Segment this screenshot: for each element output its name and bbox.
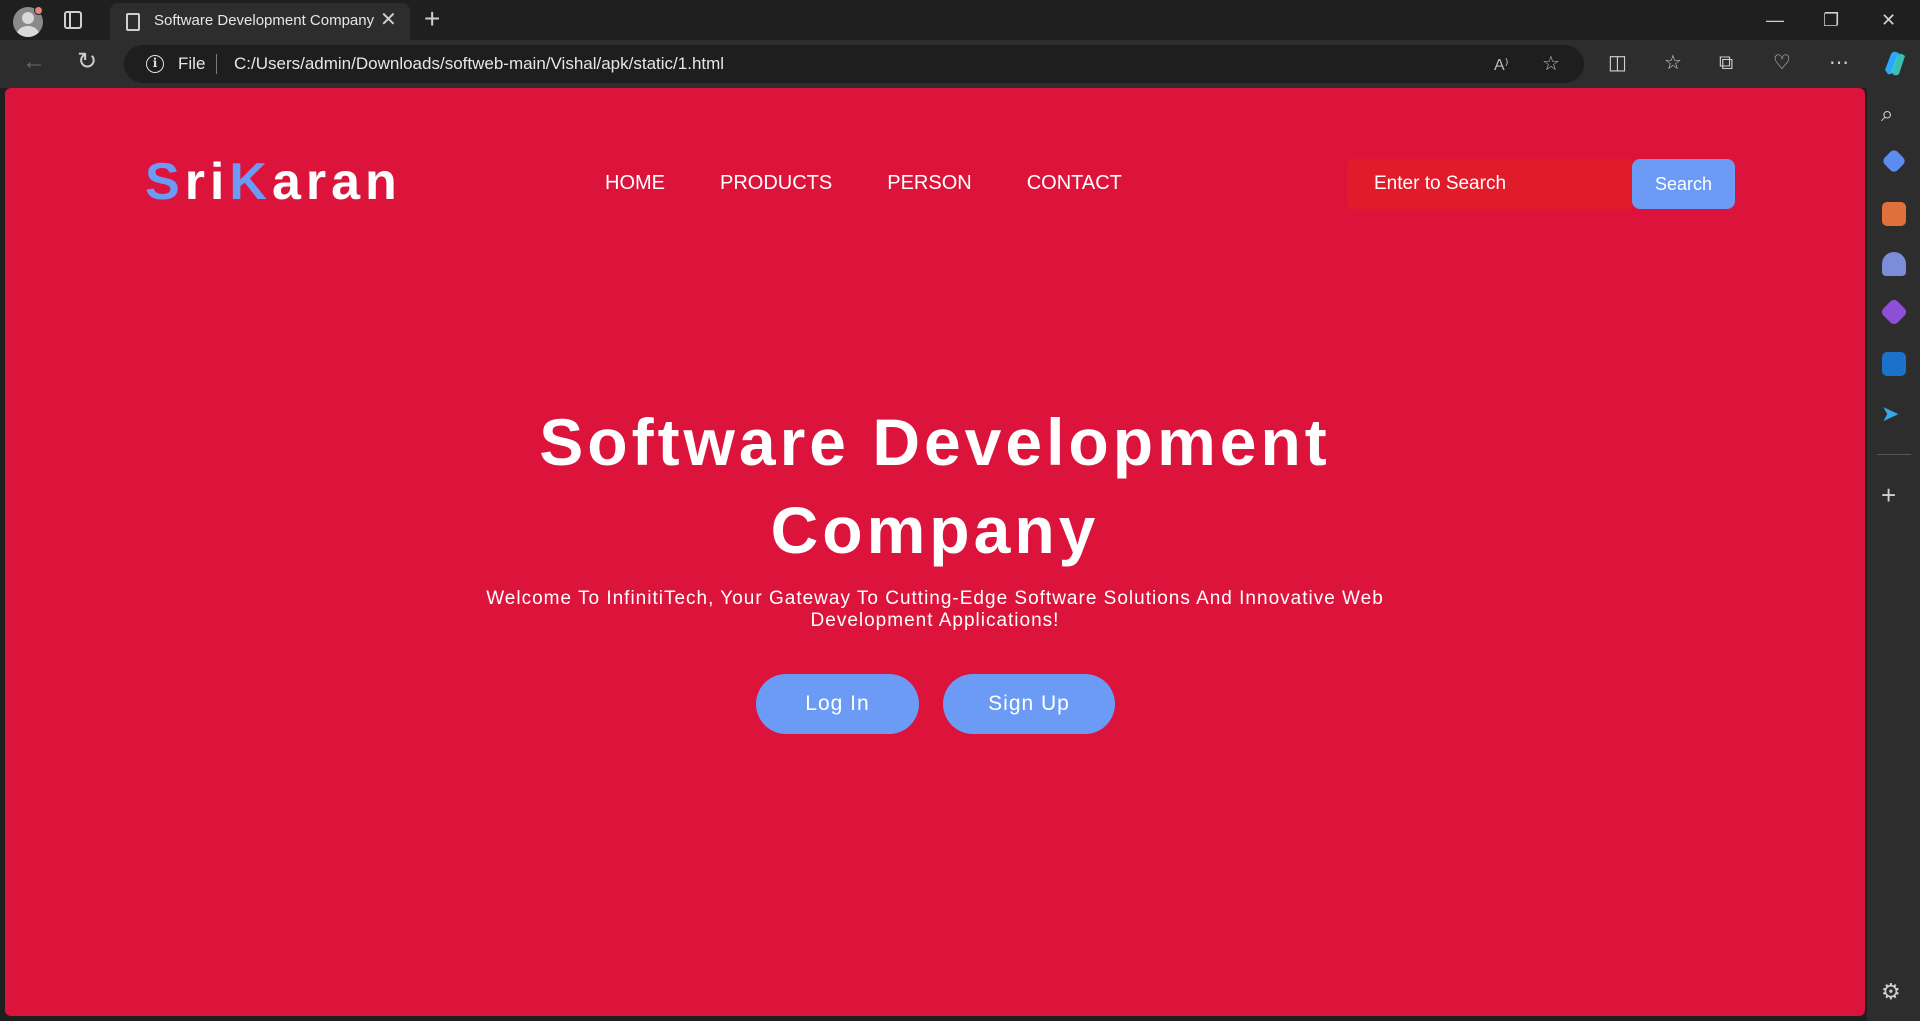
url-text[interactable]: C:/Users/admin/Downloads/softweb-main/Vi…	[234, 54, 724, 74]
logo-text-aran: aran	[271, 153, 402, 211]
shopping-tag-icon[interactable]	[1881, 148, 1907, 174]
logo-letter-k: K	[229, 153, 272, 211]
nav-contact[interactable]: CONTACT	[1027, 172, 1122, 195]
scheme-label: File	[178, 54, 206, 73]
tab-title: Software Development Company	[154, 12, 375, 29]
browser-sidebar: ⌕ ➤ + ⚙	[1867, 88, 1920, 1021]
restore-button[interactable]: ❐	[1823, 6, 1839, 34]
site-logo[interactable]: SriKaran	[145, 152, 402, 212]
logo-text-ri: ri	[184, 153, 230, 211]
favorite-star-icon[interactable]: ☆	[1542, 53, 1560, 75]
search-input[interactable]	[1347, 159, 1632, 209]
send-plane-icon[interactable]: ➤	[1881, 402, 1899, 426]
site-info-icon[interactable]: i	[146, 55, 164, 73]
collections-icon[interactable]: ⧉	[1719, 51, 1733, 75]
signup-button[interactable]: Sign Up	[943, 674, 1115, 734]
nav-home[interactable]: HOME	[605, 172, 665, 195]
close-window-button[interactable]: ✕	[1881, 6, 1896, 34]
settings-gear-icon[interactable]: ⚙	[1881, 980, 1901, 1004]
new-tab-button[interactable]: +	[424, 5, 440, 33]
copilot-icon[interactable]	[1879, 48, 1909, 78]
login-button[interactable]: Log In	[756, 674, 919, 734]
hero-subtitle: Welcome To InfinitiTech, Your Gateway To…	[486, 588, 1384, 631]
minimize-button[interactable]: —	[1766, 6, 1784, 34]
sidebar-divider	[1877, 454, 1911, 455]
hero-title: Software Development Company	[539, 405, 1331, 567]
reload-icon[interactable]: ↻	[77, 50, 97, 74]
search-button[interactable]: Search	[1632, 159, 1735, 209]
browser-title-bar: Software Development Company ✕ + — ❐ ✕	[0, 0, 1920, 40]
nav-products[interactable]: PRODUCTS	[720, 172, 832, 195]
games-icon[interactable]	[1882, 252, 1906, 276]
tab-close-icon[interactable]: ✕	[380, 10, 397, 30]
page-viewport: SriKaran HOME PRODUCTS PERSON CONTACT Se…	[5, 88, 1865, 1016]
tools-briefcase-icon[interactable]	[1882, 202, 1906, 226]
notification-dot-icon	[34, 6, 43, 15]
search-icon[interactable]: ⌕	[1881, 102, 1893, 126]
read-aloud-icon[interactable]: A⁾	[1494, 55, 1509, 77]
page-document-icon	[126, 13, 140, 31]
outlook-icon[interactable]	[1882, 352, 1906, 376]
microsoft-365-icon[interactable]	[1879, 297, 1909, 327]
address-separator	[216, 54, 217, 74]
search-bar: Search	[1347, 159, 1737, 209]
more-options-icon[interactable]: ⋯	[1829, 51, 1849, 75]
add-sidebar-item-icon[interactable]: +	[1881, 482, 1896, 508]
browser-toolbar: ← ↻ i File C:/Users/admin/Downloads/soft…	[0, 40, 1920, 88]
split-screen-icon[interactable]: ◫	[1608, 51, 1627, 75]
tab-actions-icon[interactable]	[64, 11, 82, 29]
active-tab[interactable]: Software Development Company ✕	[110, 3, 410, 40]
browser-essentials-icon[interactable]: ♡	[1773, 51, 1791, 75]
address-bar[interactable]: i File C:/Users/admin/Downloads/softweb-…	[124, 45, 1584, 83]
main-nav: HOME PRODUCTS PERSON CONTACT	[605, 172, 1122, 195]
favorites-icon[interactable]: ☆	[1664, 51, 1682, 75]
nav-person[interactable]: PERSON	[887, 172, 971, 195]
logo-letter-s: S	[145, 153, 185, 211]
back-arrow-icon[interactable]: ←	[22, 50, 46, 74]
